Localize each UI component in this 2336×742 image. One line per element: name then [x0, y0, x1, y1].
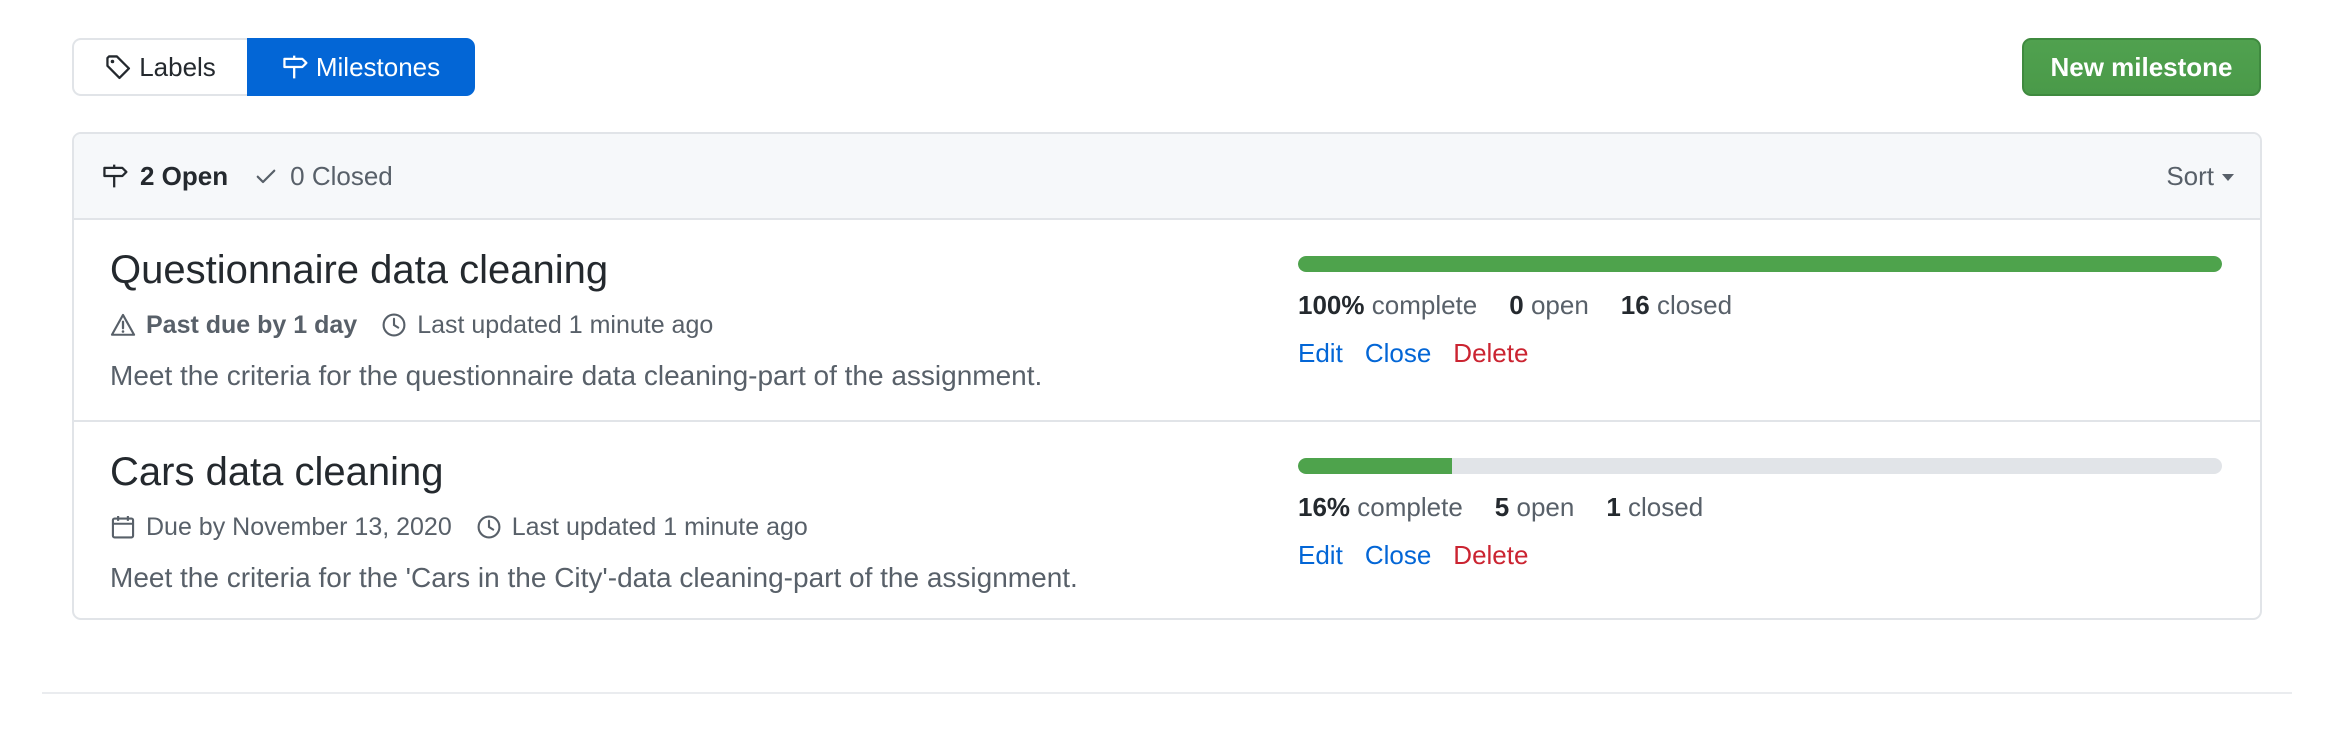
- complete-value: 100%: [1298, 290, 1365, 320]
- sort-dropdown[interactable]: Sort: [2166, 134, 2234, 218]
- milestone-icon: [103, 164, 128, 188]
- milestone-progress-bar: [1298, 256, 2222, 272]
- milestone-closed-stat[interactable]: 16 closed: [1621, 288, 1732, 322]
- open-label: open: [1516, 492, 1575, 522]
- check-icon: [256, 169, 276, 184]
- milestone-closed-stat[interactable]: 1 closed: [1606, 490, 1703, 524]
- new-milestone-label: New milestone: [2050, 51, 2233, 82]
- calendar-icon: [111, 515, 135, 539]
- open-value: 0: [1509, 290, 1524, 320]
- milestone-status-text: Due by November 13, 2020: [146, 512, 452, 541]
- milestone-open-stat[interactable]: 5 open: [1495, 490, 1575, 524]
- closed-value: 1: [1606, 492, 1621, 522]
- closed-label: closed: [1628, 492, 1704, 522]
- open-count: 2 Open: [140, 160, 229, 191]
- milestone-title[interactable]: Cars data cleaning: [110, 448, 444, 496]
- milestone-updated-text: Last updated 1 minute ago: [417, 310, 714, 339]
- alert-icon: [110, 313, 136, 336]
- milestone-stats: 100% complete 0 open 16 closed: [1298, 288, 1764, 322]
- milestone-icon: [283, 55, 308, 79]
- milestones-list: 2 Open 0 Closed Sort Questionnaire data …: [72, 132, 2262, 620]
- edit-link[interactable]: Edit: [1298, 336, 1343, 370]
- closed-label: closed: [1656, 290, 1733, 320]
- state-filter: 2 Open 0 Closed: [102, 134, 419, 218]
- milestone-status: Past due by 1 day: [110, 311, 357, 340]
- milestone-complete-stat: 100% complete: [1298, 288, 1477, 322]
- labels-tab[interactable]: Labels: [72, 38, 247, 96]
- tag-icon: [106, 55, 131, 80]
- closed-milestones-filter[interactable]: 0 Closed: [254, 161, 393, 192]
- milestones-tab-label: Milestones: [315, 51, 441, 82]
- sort-label: Sort: [2166, 160, 2214, 191]
- open-milestones-filter[interactable]: 2 Open: [102, 161, 228, 192]
- milestones-tab[interactable]: Milestones: [247, 38, 475, 96]
- milestone-item: Cars data cleaning Due by November 13, 2…: [74, 420, 2260, 618]
- closed-count: 0 Closed: [290, 160, 393, 191]
- complete-label: complete: [1371, 290, 1478, 320]
- open-value: 5: [1494, 492, 1510, 522]
- milestone-description: Meet the criteria for the questionnaire …: [110, 360, 1043, 391]
- milestone-item: Questionnaire data cleaning Past due by …: [74, 220, 2260, 420]
- new-milestone-button[interactable]: New milestone: [2022, 38, 2261, 96]
- milestone-actions: Edit Close Delete: [1298, 538, 1550, 572]
- chevron-down-icon: [2222, 174, 2234, 181]
- close-link[interactable]: Close: [1365, 336, 1431, 370]
- closed-value: 16: [1620, 290, 1650, 320]
- milestone-actions: Edit Close Delete: [1298, 336, 1550, 370]
- clock-icon: [382, 313, 406, 337]
- milestone-updated: Last updated 1 minute ago: [381, 311, 713, 340]
- edit-link[interactable]: Edit: [1298, 538, 1343, 572]
- milestone-updated-text: Last updated 1 minute ago: [511, 512, 808, 541]
- labels-milestones-subnav: Labels Milestones: [72, 38, 475, 96]
- milestone-title[interactable]: Questionnaire data cleaning: [110, 246, 608, 294]
- complete-value: 16%: [1298, 492, 1351, 522]
- milestone-status-text: Past due by 1 day: [146, 310, 358, 339]
- footer-divider: [42, 692, 2292, 694]
- milestone-meta: Due by November 13, 2020 Last updated 1 …: [110, 510, 832, 544]
- milestone-meta: Past due by 1 day Last updated 1 minute …: [110, 308, 737, 342]
- clock-icon: [477, 515, 501, 539]
- open-label: open: [1530, 290, 1589, 320]
- delete-link[interactable]: Delete: [1453, 336, 1528, 370]
- delete-link[interactable]: Delete: [1453, 538, 1528, 572]
- complete-label: complete: [1357, 492, 1463, 522]
- close-link[interactable]: Close: [1365, 538, 1431, 572]
- labels-tab-label: Labels: [139, 51, 216, 82]
- milestone-progress-bar: [1298, 458, 2222, 474]
- milestone-stats: 16% complete 5 open 1 closed: [1298, 490, 1735, 524]
- milestones-list-header: 2 Open 0 Closed Sort: [74, 134, 2260, 220]
- milestone-status: Due by November 13, 2020: [110, 513, 452, 542]
- milestone-complete-stat: 16% complete: [1298, 490, 1463, 524]
- milestone-open-stat[interactable]: 0 open: [1509, 288, 1589, 322]
- milestone-progress-fill: [1298, 458, 1453, 474]
- milestone-description: Meet the criteria for the 'Cars in the C…: [110, 562, 1078, 593]
- milestone-progress-fill: [1298, 256, 2222, 272]
- milestone-updated: Last updated 1 minute ago: [476, 513, 808, 542]
